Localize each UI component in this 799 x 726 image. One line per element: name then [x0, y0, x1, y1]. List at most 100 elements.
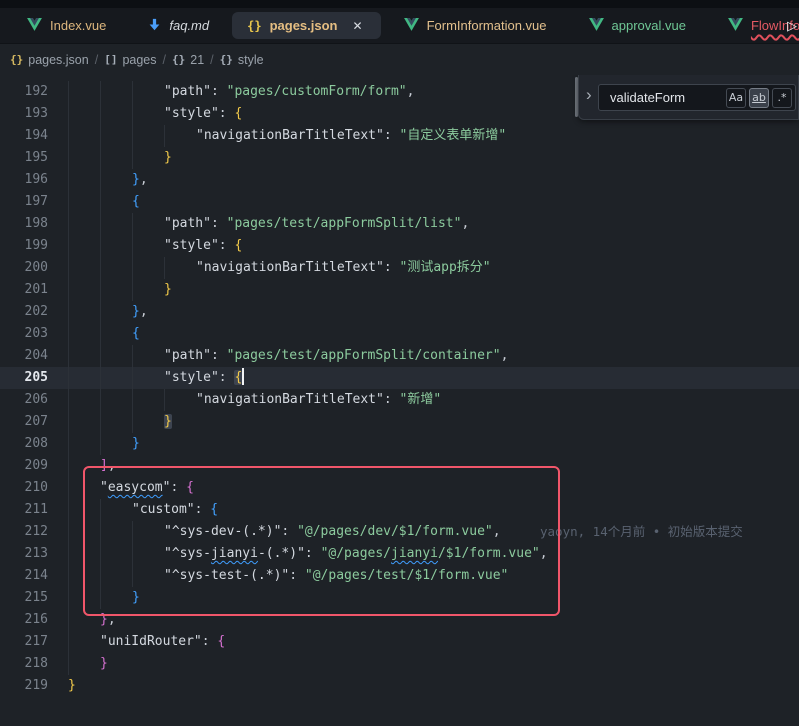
code-line[interactable]: 209],: [0, 455, 799, 477]
indent-guides: [68, 213, 164, 235]
indent-guides: [68, 169, 132, 191]
line-number[interactable]: 205: [0, 367, 48, 389]
code-line[interactable]: 199"style": {: [0, 235, 799, 257]
json-punct: :: [170, 480, 186, 495]
json-string: "pages/test/appFormSplit/list": [227, 216, 462, 231]
tab-faq-md[interactable]: faq.md: [127, 8, 230, 43]
line-number[interactable]: 193: [0, 103, 48, 125]
code-text: "easycom": {: [100, 477, 194, 499]
line-number[interactable]: 198: [0, 213, 48, 235]
code-line[interactable]: 218}: [0, 653, 799, 675]
code-line[interactable]: 214 "^sys-test-(.*)": "@/pages/test/$1/fo…: [0, 565, 799, 587]
line-number[interactable]: 206: [0, 389, 48, 411]
code-line[interactable]: 206"navigationBarTitleText": "新增": [0, 389, 799, 411]
object-symbol-icon: {}: [220, 53, 233, 66]
code-line[interactable]: 215}: [0, 587, 799, 609]
tab-approval-vue[interactable]: approval.vue: [568, 8, 707, 43]
code-line[interactable]: 196},: [0, 169, 799, 191]
json-punct: {: [234, 370, 242, 385]
line-number[interactable]: 214: [0, 565, 48, 587]
indent-guides: [68, 653, 100, 675]
line-number[interactable]: 215: [0, 587, 48, 609]
code-text: "^sys-test-(.*)": "@/pages/test/$1/form.…: [164, 565, 508, 587]
line-number[interactable]: 202: [0, 301, 48, 323]
code-text: },: [132, 169, 148, 191]
line-number[interactable]: 212: [0, 521, 48, 543]
code-line[interactable]: 197{: [0, 191, 799, 213]
code-line[interactable]: 198"path": "pages/test/appFormSplit/list…: [0, 213, 799, 235]
breadcrumb-item-style[interactable]: {}style: [220, 53, 264, 67]
indent-guides: [68, 587, 132, 609]
line-number[interactable]: 194: [0, 125, 48, 147]
line-number[interactable]: 201: [0, 279, 48, 301]
line-number[interactable]: 219: [0, 675, 48, 697]
code-line[interactable]: 202},: [0, 301, 799, 323]
line-number[interactable]: 216: [0, 609, 48, 631]
line-number[interactable]: 217: [0, 631, 48, 653]
braces-file-icon: {}: [10, 53, 23, 66]
code-line[interactable]: 205"style": {: [0, 367, 799, 389]
line-number[interactable]: 210: [0, 477, 48, 499]
code-line[interactable]: 216},: [0, 609, 799, 631]
code-line[interactable]: 195}: [0, 147, 799, 169]
line-number[interactable]: 203: [0, 323, 48, 345]
indent-guides: [68, 455, 100, 477]
find-expand-chevron-icon[interactable]: ›: [586, 85, 592, 105]
json-string: "pages/customForm/form": [227, 84, 407, 99]
code-line[interactable]: 210 "easycom": {: [0, 477, 799, 499]
tab-close-icon[interactable]: ✕: [350, 18, 366, 34]
tab-flowinfo-vu[interactable]: FlowInfo.vu: [707, 8, 799, 43]
json-key: "style": [164, 106, 219, 121]
code-line[interactable]: 203{: [0, 323, 799, 345]
breadcrumb-item-21[interactable]: {}21: [172, 53, 204, 67]
tab-forminformation-vue[interactable]: FormInformation.vue: [383, 8, 568, 43]
tab-overflow-chevron-icon[interactable]: ▷: [787, 18, 797, 34]
code-line[interactable]: 194"navigationBarTitleText": "自定义表单新增": [0, 125, 799, 147]
line-number[interactable]: 209: [0, 455, 48, 477]
breadcrumb-item-pages-json[interactable]: {}pages.json: [10, 53, 89, 67]
json-key: "^sys-: [164, 546, 211, 561]
line-number[interactable]: 197: [0, 191, 48, 213]
json-key: "path": [164, 348, 211, 363]
indent-guides: [68, 477, 100, 499]
code-text: }: [164, 279, 172, 301]
indent-guides: [68, 565, 164, 587]
line-number[interactable]: 211: [0, 499, 48, 521]
line-number[interactable]: 196: [0, 169, 48, 191]
json-key: "path": [164, 216, 211, 231]
code-line[interactable]: 207}: [0, 411, 799, 433]
code-line[interactable]: 219}: [0, 675, 799, 697]
code-line[interactable]: 200"navigationBarTitleText": "测试app拆分": [0, 257, 799, 279]
line-number[interactable]: 200: [0, 257, 48, 279]
editor-code-area[interactable]: 192 "path": "pages/customForm/form", 193 "s…: [0, 75, 799, 726]
code-line[interactable]: 211"custom": {: [0, 499, 799, 521]
code-line[interactable]: 201}: [0, 279, 799, 301]
code-line[interactable]: 204"path": "pages/test/appFormSplit/cont…: [0, 345, 799, 367]
line-number[interactable]: 207: [0, 411, 48, 433]
json-key: "path": [164, 84, 211, 99]
json-punct: ,: [140, 172, 148, 187]
indent-guides: [68, 433, 132, 455]
code-line[interactable]: 208}: [0, 433, 799, 455]
line-number[interactable]: 213: [0, 543, 48, 565]
tab-pages-json[interactable]: {}pages.json✕: [232, 12, 380, 39]
line-number[interactable]: 195: [0, 147, 48, 169]
json-string: "自定义表单新增": [400, 128, 507, 143]
line-number[interactable]: 192: [0, 81, 48, 103]
json-string: "@/pages/test/$1/form.vue": [305, 568, 509, 583]
match-case-button[interactable]: Aa: [726, 88, 746, 108]
indent-guides: [68, 257, 196, 279]
regex-button[interactable]: .*: [772, 88, 792, 108]
find-input[interactable]: validateForm Aa ab .*: [598, 84, 796, 111]
code-line[interactable]: 213"^sys-jianyi-(.*)": "@/pages/jianyi/$…: [0, 543, 799, 565]
line-number[interactable]: 204: [0, 345, 48, 367]
line-number[interactable]: 199: [0, 235, 48, 257]
breadcrumb-item-pages[interactable]: []pages: [104, 53, 156, 67]
code-text: },: [132, 301, 148, 323]
line-number[interactable]: 208: [0, 433, 48, 455]
code-line[interactable]: 212"^sys-dev-(.*)": "@/pages/dev/$1/form…: [0, 521, 799, 543]
tab-index-vue[interactable]: Index.vue: [6, 8, 127, 43]
line-number[interactable]: 218: [0, 653, 48, 675]
code-line[interactable]: 217"uniIdRouter": {: [0, 631, 799, 653]
whole-word-button[interactable]: ab: [749, 88, 769, 108]
